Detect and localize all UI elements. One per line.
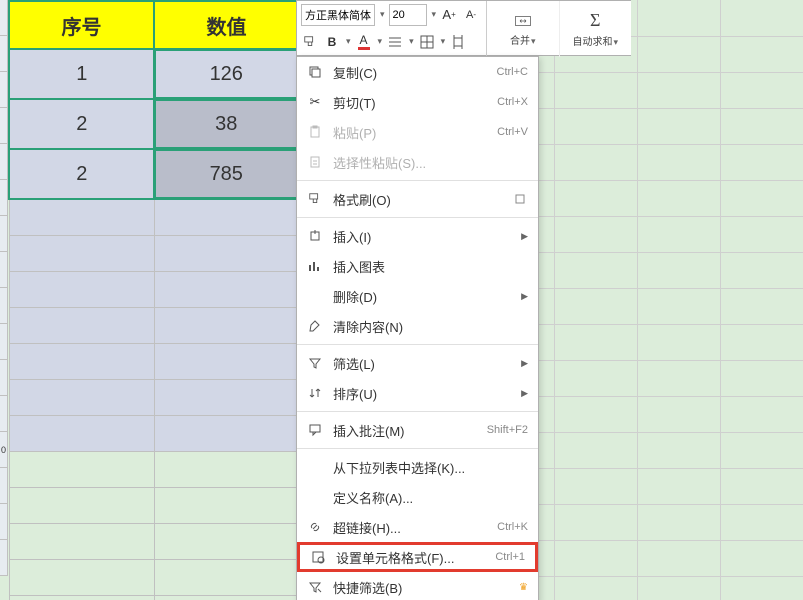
cell-value[interactable]: 785 — [154, 149, 299, 199]
increase-font-button[interactable]: A+ — [440, 5, 458, 25]
chevron-down-icon[interactable]: ▾ — [432, 9, 437, 20]
cell-style-button[interactable] — [449, 32, 467, 52]
cell-value[interactable]: 126 — [154, 49, 299, 99]
menu-comment[interactable]: 插入批注(M) Shift+F2 — [297, 415, 538, 445]
cell-value[interactable]: 38 — [154, 99, 299, 149]
floating-toolbar: ▾ ▾ A+ A- B ▾ A ▾ ▾ ▾ 合并▾ Σ 自动求和▾ — [296, 0, 631, 56]
menu-paste-special: 选择性粘贴(S)... — [297, 147, 538, 177]
copy-icon — [307, 65, 323, 79]
submenu-arrow-icon: ▶ — [521, 358, 528, 369]
chevron-down-icon[interactable]: ▾ — [378, 36, 383, 47]
merge-cells-button[interactable]: 合并▾ — [487, 1, 559, 57]
submenu-arrow-icon: ▶ — [521, 291, 528, 302]
menu-format-cells[interactable]: 设置单元格格式(F)... Ctrl+1 — [297, 542, 538, 572]
merge-label: 合并 — [510, 36, 530, 47]
context-menu: 复制(C) Ctrl+C ✂ 剪切(T) Ctrl+X 粘贴(P) Ctrl+V… — [296, 56, 539, 600]
align-button[interactable] — [386, 32, 404, 52]
chevron-down-icon[interactable]: ▾ — [441, 36, 446, 47]
menu-delete[interactable]: 删除(D) ▶ — [297, 281, 538, 311]
comment-icon — [307, 423, 323, 437]
spreadsheet-app: 序号 数值 1 126 2 38 2 785 — [0, 0, 803, 600]
menu-quick-filter[interactable]: 快捷筛选(B) ♛ — [297, 572, 538, 600]
paste-special-icon — [307, 155, 323, 169]
cell-index[interactable]: 1 — [9, 49, 154, 99]
menu-sort[interactable]: 排序(U) ▶ — [297, 378, 538, 408]
chart-icon — [307, 259, 323, 273]
format-painter-icon[interactable] — [301, 32, 319, 52]
premium-crown-icon: ♛ — [519, 582, 528, 593]
filter-icon — [307, 356, 323, 370]
menu-dropdown-list[interactable]: 从下拉列表中选择(K)... — [297, 452, 538, 482]
font-size-input[interactable] — [389, 4, 427, 26]
cell-index[interactable]: 2 — [9, 149, 154, 199]
menu-copy[interactable]: 复制(C) Ctrl+C — [297, 57, 538, 87]
font-name-input[interactable] — [301, 4, 375, 26]
menu-format-painter[interactable]: 格式刷(O) — [297, 184, 538, 214]
submenu-arrow-icon: ▶ — [521, 231, 528, 242]
quick-filter-icon — [307, 580, 323, 594]
cut-icon: ✂ — [307, 94, 323, 110]
chevron-down-icon[interactable]: ▾ — [346, 36, 351, 47]
insert-icon — [307, 229, 323, 243]
row-header-strip: 0 — [0, 0, 8, 600]
menu-paste: 粘贴(P) Ctrl+V — [297, 117, 538, 147]
submenu-arrow-icon: ▶ — [521, 388, 528, 399]
col-header-value[interactable]: 数值 — [154, 1, 299, 49]
font-color-button[interactable]: A — [355, 32, 373, 52]
autosum-button[interactable]: Σ 自动求和▾ — [559, 1, 632, 57]
menu-cut[interactable]: ✂ 剪切(T) Ctrl+X — [297, 87, 538, 117]
borders-button[interactable] — [418, 32, 436, 52]
decrease-font-button[interactable]: A- — [462, 5, 480, 25]
menu-hyperlink[interactable]: 超链接(H)... Ctrl+K — [297, 512, 538, 542]
sort-icon — [307, 386, 323, 400]
chevron-down-icon[interactable]: ▾ — [380, 9, 385, 20]
paste-icon — [307, 125, 323, 139]
format-painter-icon — [307, 192, 323, 206]
col-header-index[interactable]: 序号 — [9, 1, 154, 49]
menu-insert-chart[interactable]: 插入图表 — [297, 251, 538, 281]
cell-index[interactable]: 2 — [9, 99, 154, 149]
chevron-down-icon[interactable]: ▾ — [409, 36, 414, 47]
menu-filter[interactable]: 筛选(L) ▶ — [297, 348, 538, 378]
format-painter-target-icon — [512, 192, 528, 206]
bold-button[interactable]: B — [323, 32, 341, 52]
autosum-label: 自动求和 — [572, 37, 612, 48]
link-icon — [307, 520, 323, 534]
menu-define-name[interactable]: 定义名称(A)... — [297, 482, 538, 512]
menu-clear[interactable]: 清除内容(N) — [297, 311, 538, 341]
menu-insert[interactable]: 插入(I) ▶ — [297, 221, 538, 251]
data-table[interactable]: 序号 数值 1 126 2 38 2 785 — [8, 0, 300, 600]
clear-icon — [307, 319, 323, 333]
format-cells-icon — [310, 550, 326, 564]
